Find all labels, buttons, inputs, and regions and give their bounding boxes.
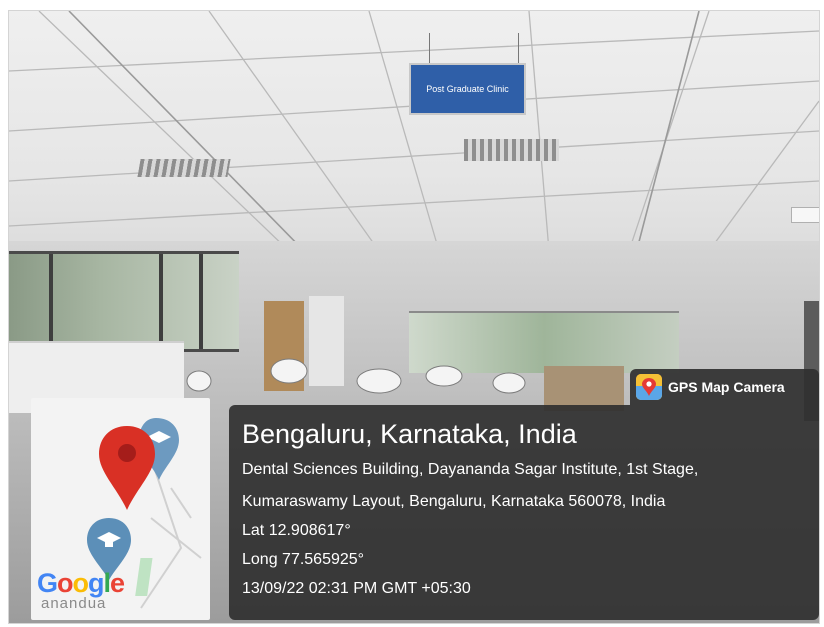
ceiling-vent bbox=[464, 139, 559, 161]
longitude: Long 77.565925° bbox=[242, 551, 365, 568]
app-badge: GPS Map Camera bbox=[630, 369, 819, 405]
latitude: Lat 12.908617° bbox=[242, 522, 351, 539]
location-info-panel: Bengaluru, Karnataka, India Dental Scien… bbox=[229, 405, 819, 620]
address-line-2: Kumaraswamy Layout, Bengaluru, Karnataka… bbox=[242, 493, 666, 510]
app-badge-label: GPS Map Camera bbox=[668, 379, 785, 395]
gps-map-camera-app-icon bbox=[636, 374, 662, 400]
timestamp: 13/09/22 02:31 PM GMT +05:30 bbox=[242, 580, 471, 597]
ceiling-light bbox=[791, 207, 819, 223]
red-map-pin-icon bbox=[99, 426, 155, 510]
dental-chairs bbox=[186, 358, 526, 394]
map-thumbnail: Google anandua bbox=[31, 398, 210, 620]
window-left bbox=[9, 251, 239, 352]
clinic-sign: Post Graduate Clinic bbox=[409, 63, 526, 115]
ceiling-vent bbox=[137, 159, 231, 177]
map-area-label: anandua bbox=[41, 595, 107, 612]
address-line-1: Dental Sciences Building, Dayananda Saga… bbox=[242, 461, 699, 478]
photo-frame: Post Graduate Clinic Google anandua GPS … bbox=[8, 10, 820, 624]
location-title: Bengaluru, Karnataka, India bbox=[242, 419, 577, 449]
